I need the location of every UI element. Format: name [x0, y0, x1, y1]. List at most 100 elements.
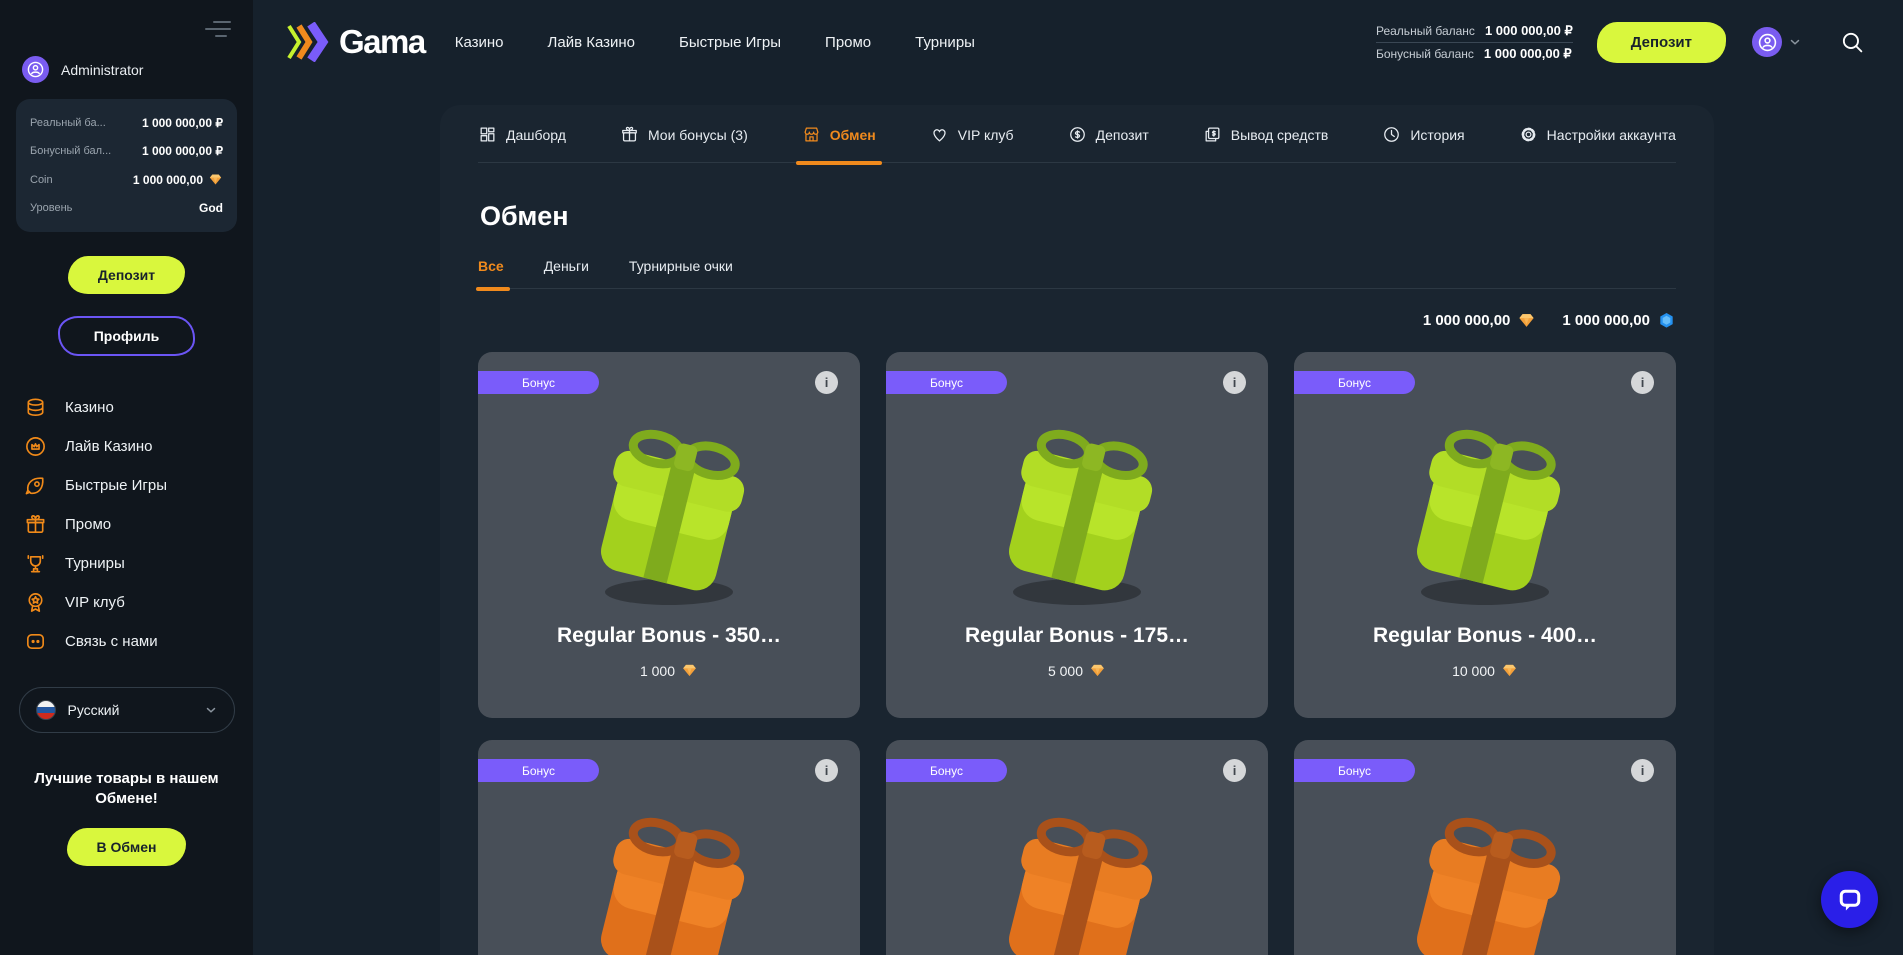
gem-orange-icon — [1501, 662, 1518, 679]
tab-deposit[interactable]: Депозит — [1068, 125, 1149, 144]
tab-dashboard[interactable]: Дашборд — [478, 125, 566, 144]
account-menu[interactable] — [1752, 27, 1802, 57]
real-balance-value: 1 000 000,00 ₽ — [1485, 23, 1573, 39]
language-selector[interactable]: Русский — [19, 687, 235, 733]
header-balances: Реальный баланс 1 000 000,00 ₽ Бонусный … — [1376, 20, 1573, 65]
gem-blue-icon — [1657, 311, 1676, 330]
bonus-balance-value: 1 000 000,00 ₽ — [1484, 46, 1572, 62]
logo[interactable]: Gama — [287, 22, 425, 62]
real-balance-value: 1 000 000,00 ₽ — [142, 116, 223, 130]
header-deposit-button[interactable]: Депозит — [1597, 22, 1726, 63]
header-nav-promo[interactable]: Промо — [825, 34, 871, 51]
bonus-balance-value: 1 000 000,00 ₽ — [142, 144, 223, 158]
logo-chevrons-icon — [287, 22, 333, 62]
bonus-price: 5 000 — [1048, 662, 1106, 679]
gift-image-green — [1385, 404, 1585, 622]
trophy-icon — [24, 552, 47, 575]
sidebar-item-vip[interactable]: VIP клуб — [24, 583, 237, 622]
rocket-icon — [24, 474, 47, 497]
info-icon[interactable]: i — [1223, 371, 1246, 394]
gift-image-green — [977, 404, 1177, 622]
shop-icon — [802, 125, 821, 144]
header-nav-casino[interactable]: Казино — [455, 34, 504, 51]
real-balance-label: Реальный ба... — [30, 117, 106, 129]
tab-account-settings[interactable]: Настройки аккаунта — [1519, 125, 1676, 144]
tab-exchange[interactable]: Обмен — [802, 125, 876, 144]
gift-image-green — [569, 404, 769, 622]
live-casino-icon — [24, 435, 47, 458]
chat-icon — [24, 630, 47, 653]
coin-balance-value: 1 000 000,00 — [133, 172, 223, 187]
sidebar-item-label: Лайв Казино — [65, 438, 153, 455]
info-icon[interactable]: i — [1631, 371, 1654, 394]
header-nav-tournaments[interactable]: Турниры — [915, 34, 975, 51]
bonus-title: Regular Bonus - 175… — [965, 624, 1189, 648]
top-header: Gama Казино Лайв Казино Быстрые Игры Про… — [253, 0, 1903, 84]
bonus-card[interactable]: Бонус i — [478, 740, 860, 955]
sidebar-item-casino[interactable]: Казино — [24, 388, 237, 427]
coins-icon — [24, 396, 47, 419]
header-nav-live-casino[interactable]: Лайв Казино — [548, 34, 636, 51]
bonus-card-grid: Бонус i Regular Bonus - 350… 1 000 Бонус… — [478, 352, 1676, 955]
sidebar-item-label: Турниры — [65, 555, 125, 572]
bonus-card[interactable]: Бонус i — [1294, 740, 1676, 955]
bonus-price: 10 000 — [1452, 662, 1518, 679]
sidebar-profile-button[interactable]: Профиль — [58, 316, 196, 356]
sidebar-item-contact[interactable]: Связь с нами — [24, 622, 237, 661]
bonus-badge: Бонус — [1294, 759, 1415, 782]
bonus-balance-row: Бонусный бал... 1 000 000,00 ₽ — [30, 137, 223, 165]
info-icon[interactable]: i — [815, 371, 838, 394]
filter-money[interactable]: Деньги — [544, 258, 589, 274]
bonus-card[interactable]: Бонус i Regular Bonus - 350… 1 000 — [478, 352, 860, 718]
filter-tournament-points[interactable]: Турнирные очки — [629, 258, 733, 274]
bonus-title: Regular Bonus - 350… — [557, 624, 781, 648]
bonus-card[interactable]: Бонус i Regular Bonus - 175… 5 000 — [886, 352, 1268, 718]
bonus-badge: Бонус — [886, 371, 1007, 394]
tab-history[interactable]: История — [1382, 125, 1464, 144]
sidebar-item-label: Казино — [65, 399, 114, 416]
bonus-balance-label: Бонусный баланс — [1376, 47, 1474, 61]
header-nav-fast-games[interactable]: Быстрые Игры — [679, 34, 781, 51]
gift-image-orange — [569, 792, 769, 955]
sidebar-user[interactable]: Administrator — [22, 56, 237, 83]
bonus-card[interactable]: Бонус i — [886, 740, 1268, 955]
sidebar-item-promo[interactable]: Промо — [24, 505, 237, 544]
to-exchange-button[interactable]: В Обмен — [67, 828, 187, 866]
bonus-badge: Бонус — [478, 371, 599, 394]
bonus-badge: Бонус — [1294, 371, 1415, 394]
menu-toggle-icon[interactable] — [205, 16, 231, 37]
tab-withdraw[interactable]: Вывод средств — [1203, 125, 1329, 144]
bonus-card[interactable]: Бонус i Regular Bonus - 400… 10 000 — [1294, 352, 1676, 718]
live-chat-button[interactable] — [1821, 871, 1878, 928]
russian-flag-icon — [36, 700, 56, 720]
tournament-points-balance: 1 000 000,00 — [1562, 311, 1676, 330]
sidebar-item-live-casino[interactable]: Лайв Казино — [24, 427, 237, 466]
settings-icon — [1519, 125, 1538, 144]
history-icon — [1382, 125, 1401, 144]
sidebar-deposit-button[interactable]: Депозит — [68, 256, 185, 294]
logo-text: Gama — [339, 23, 425, 61]
search-icon[interactable] — [1840, 30, 1865, 55]
chevron-down-icon — [1788, 35, 1802, 49]
user-avatar-icon — [1752, 27, 1782, 57]
level-row: Уровень God — [30, 194, 223, 222]
bonus-balance-label: Бонусный бал... — [30, 145, 111, 157]
filter-all[interactable]: Все — [478, 258, 504, 274]
withdraw-icon — [1203, 125, 1222, 144]
balance-card: Реальный ба... 1 000 000,00 ₽ Бонусный б… — [16, 99, 237, 232]
sidebar-item-fast-games[interactable]: Быстрые Игры — [24, 466, 237, 505]
info-icon[interactable]: i — [1223, 759, 1246, 782]
sidebar-item-label: Связь с нами — [65, 633, 158, 650]
info-icon[interactable]: i — [1631, 759, 1654, 782]
gem-orange-icon — [1089, 662, 1106, 679]
gift-image-orange — [977, 792, 1177, 955]
info-icon[interactable]: i — [815, 759, 838, 782]
chevron-down-icon — [204, 703, 218, 717]
account-tabs: Дашборд Мои бонусы (3) Обмен VIP клуб Де… — [478, 125, 1676, 163]
bonus-badge: Бонус — [886, 759, 1007, 782]
tab-my-bonuses[interactable]: Мои бонусы (3) — [620, 125, 748, 144]
sidebar-nav: Казино Лайв Казино Быстрые Игры Промо Ту… — [24, 388, 237, 661]
tab-vip-club[interactable]: VIP клуб — [930, 125, 1014, 144]
gem-orange-icon — [208, 172, 223, 187]
sidebar-item-tournaments[interactable]: Турниры — [24, 544, 237, 583]
